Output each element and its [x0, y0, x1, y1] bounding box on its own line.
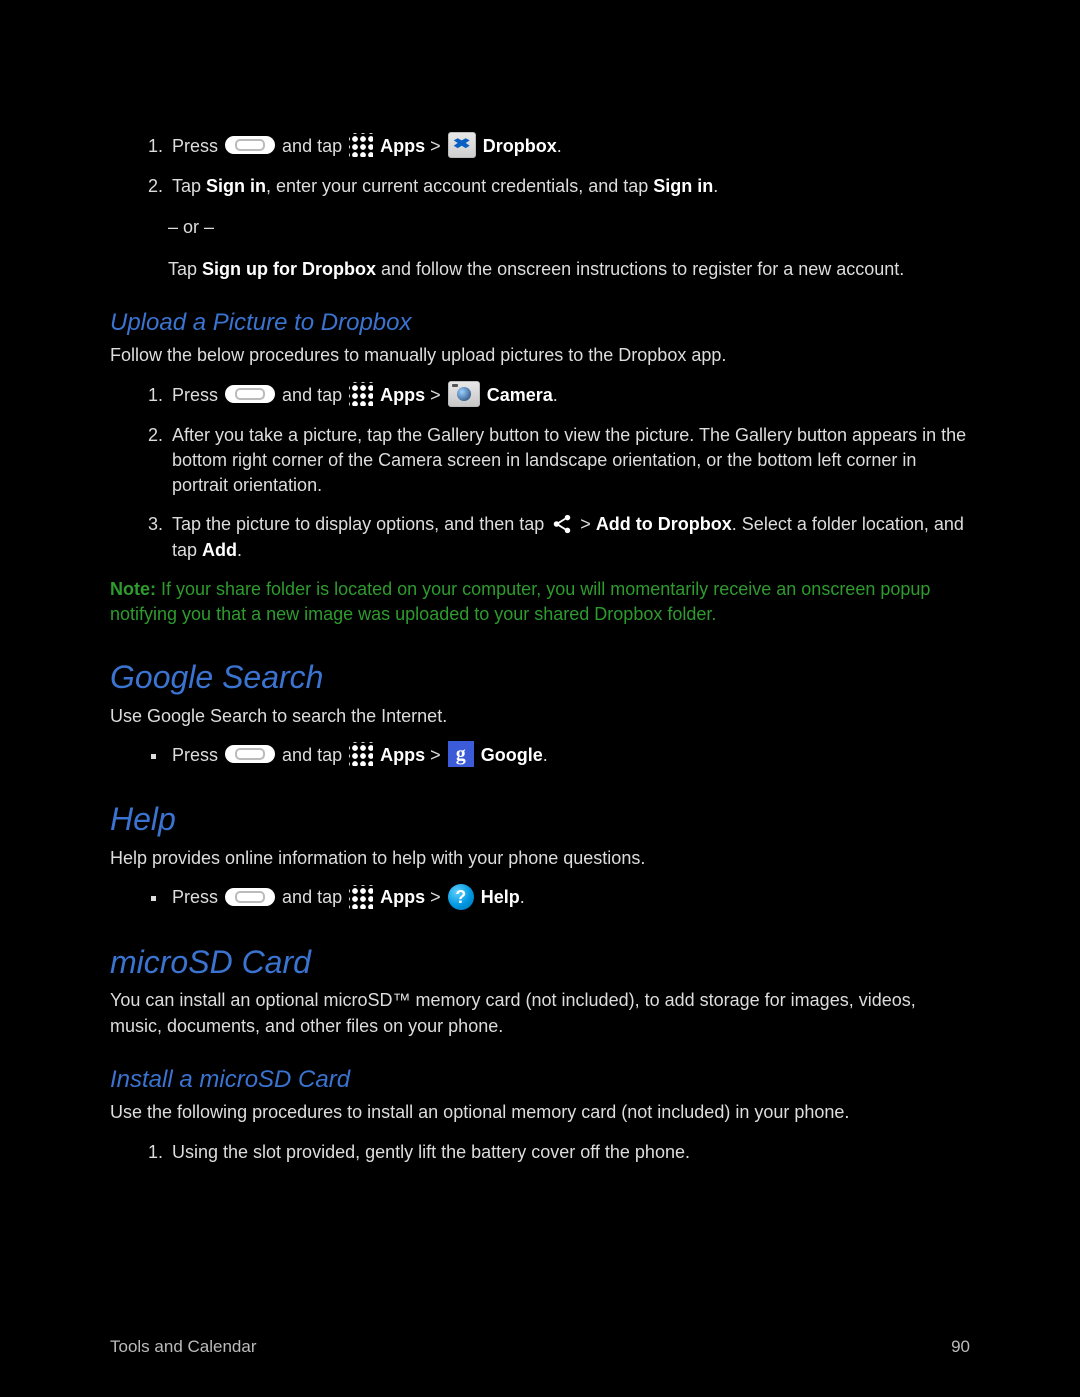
apps-label: Apps: [380, 385, 425, 405]
bold: Sign up for Dropbox: [202, 259, 376, 279]
step-text: Press: [172, 385, 218, 405]
share-icon: [551, 513, 573, 535]
step-text: Press: [172, 136, 218, 156]
home-button-icon: [225, 136, 275, 154]
intro: Help provides online information to help…: [110, 846, 970, 871]
step-text: and tap: [282, 745, 342, 765]
camera-icon: [448, 381, 480, 407]
step-text: Press: [172, 745, 218, 765]
install-steps: Using the slot provided, gently lift the…: [110, 1140, 970, 1165]
separator: >: [430, 887, 441, 907]
note-body: If your share folder is located on your …: [110, 579, 930, 624]
separator: >: [430, 136, 441, 156]
target-app: Help: [481, 887, 520, 907]
home-button-icon: [225, 888, 275, 906]
target-app: Camera: [487, 385, 553, 405]
apps-grid-icon: [349, 742, 373, 766]
step-text: and tap: [282, 136, 342, 156]
note-label: Note:: [110, 579, 156, 599]
step-text: Press: [172, 887, 218, 907]
dropbox-icon: [448, 132, 476, 158]
heading-install-microsd: Install a microSD Card: [110, 1063, 970, 1097]
list-item: After you take a picture, tap the Galler…: [168, 423, 970, 499]
heading-google-search: Google Search: [110, 655, 970, 700]
dropbox-signin-steps: Press and tap Apps > Dropbox. Tap Sign i…: [110, 134, 970, 199]
separator: >: [580, 514, 591, 534]
apps-grid-icon: [349, 133, 373, 157]
list-item: Tap the picture to display options, and …: [168, 512, 970, 562]
home-button-icon: [225, 745, 275, 763]
bold: Add: [202, 540, 237, 560]
intro: Use Google Search to search the Internet…: [110, 704, 970, 729]
list-item: Using the slot provided, gently lift the…: [168, 1140, 970, 1165]
heading-help: Help: [110, 797, 970, 842]
bold: Sign in: [206, 176, 266, 196]
intro: Use the following procedures to install …: [110, 1100, 970, 1125]
or-separator: – or –: [168, 215, 970, 240]
t: Tap: [168, 259, 202, 279]
separator: >: [430, 745, 441, 765]
bold: Add to Dropbox: [596, 514, 732, 534]
step-text: and tap: [282, 385, 342, 405]
heading-upload-picture: Upload a Picture to Dropbox: [110, 306, 970, 340]
target-app: Dropbox: [483, 136, 557, 156]
list-item: Press and tap Apps > g Google.: [168, 743, 970, 769]
t: and follow the onscreen instructions to …: [376, 259, 904, 279]
apps-grid-icon: [349, 885, 373, 909]
help-steps: Press and tap Apps > ? Help.: [110, 885, 970, 911]
list-item: Press and tap Apps > Camera.: [168, 383, 970, 409]
apps-label: Apps: [380, 887, 425, 907]
apps-label: Apps: [380, 745, 425, 765]
google-icon: g: [448, 741, 474, 767]
heading-microsd: microSD Card: [110, 940, 970, 985]
home-button-icon: [225, 385, 275, 403]
page-footer: Tools and Calendar 90: [110, 1335, 970, 1359]
list-item: Press and tap Apps > ? Help.: [168, 885, 970, 911]
document-page: Press and tap Apps > Dropbox. Tap Sign i…: [0, 0, 1080, 1397]
intro: Follow the below procedures to manually …: [110, 343, 970, 368]
footer-section: Tools and Calendar: [110, 1337, 256, 1356]
t: Tap the picture to display options, and …: [172, 514, 549, 534]
list-item: Press and tap Apps > Dropbox.: [168, 134, 970, 160]
intro: You can install an optional microSD™ mem…: [110, 988, 970, 1038]
note-text: Note: If your share folder is located on…: [110, 577, 970, 627]
page-number: 90: [951, 1335, 970, 1359]
list-item: Tap Sign in, enter your current account …: [168, 174, 970, 199]
apps-label: Apps: [380, 136, 425, 156]
upload-steps: Press and tap Apps > Camera. After you t…: [110, 383, 970, 563]
step-text: and tap: [282, 887, 342, 907]
t: .: [713, 176, 718, 196]
t: .: [237, 540, 242, 560]
help-icon: ?: [448, 884, 474, 910]
t: , enter your current account credentials…: [266, 176, 653, 196]
google-steps: Press and tap Apps > g Google.: [110, 743, 970, 769]
bold: Sign in: [653, 176, 713, 196]
target-app: Google: [481, 745, 543, 765]
alt-instruction: Tap Sign up for Dropbox and follow the o…: [168, 257, 970, 282]
separator: >: [430, 385, 441, 405]
apps-grid-icon: [349, 382, 373, 406]
t: Tap: [172, 176, 206, 196]
